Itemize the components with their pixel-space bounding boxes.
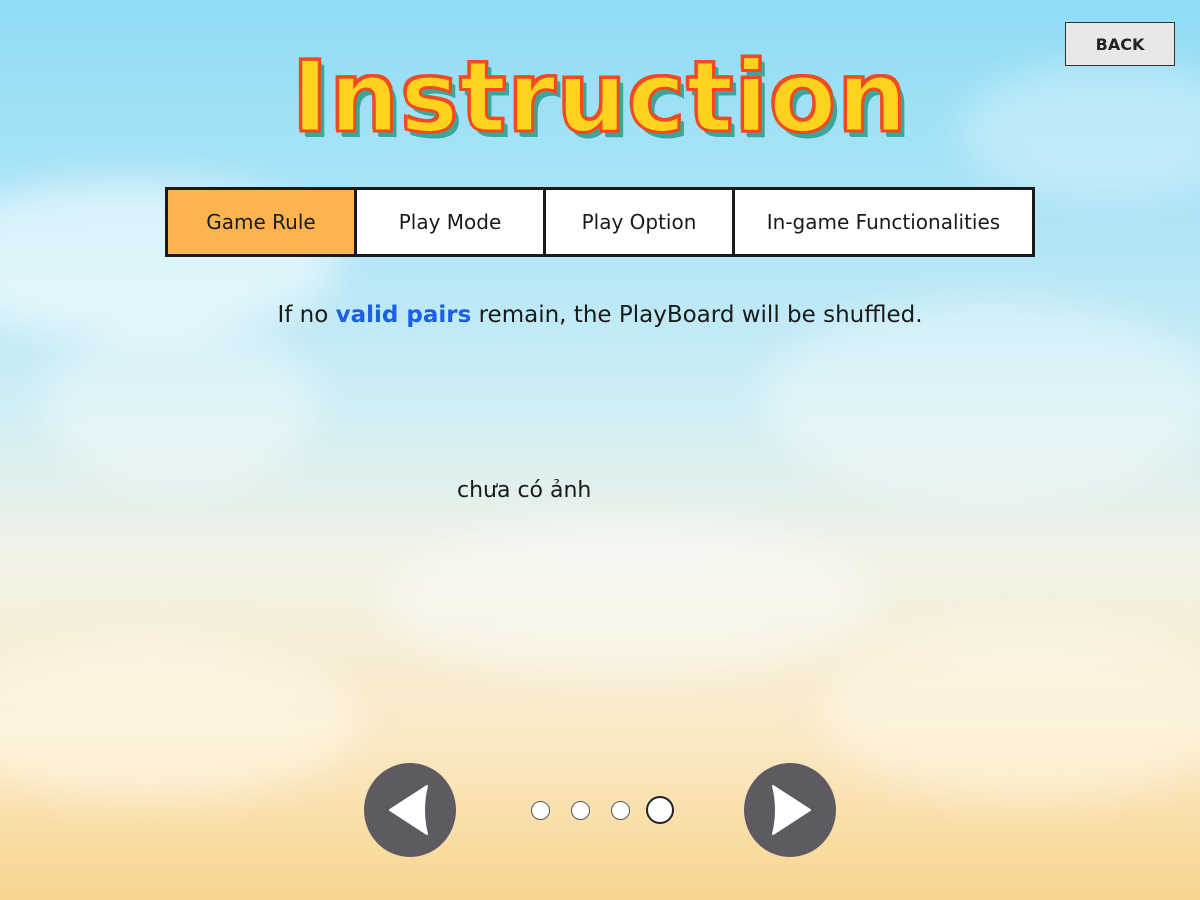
page-title: Instruction	[290, 41, 909, 155]
title-container: Instruction	[0, 28, 1200, 168]
page-dot-3[interactable]	[611, 801, 630, 820]
page-dot-4-current[interactable]	[646, 796, 674, 824]
next-page-button[interactable]	[744, 763, 836, 857]
tab-game-rule[interactable]: Game Rule	[168, 190, 357, 254]
cloud-decoration	[0, 640, 360, 800]
instruction-screen: BACK Instruction Game Rule Play Mode Pla…	[0, 0, 1200, 900]
triangle-left-icon	[389, 785, 428, 835]
cloud-decoration	[820, 620, 1200, 800]
page-dot-2[interactable]	[571, 801, 590, 820]
cloud-decoration	[760, 300, 1200, 500]
rule-text-start: If no	[277, 302, 336, 328]
instruction-tabs: Game Rule Play Mode Play Option In-game …	[165, 187, 1035, 257]
triangle-right-icon	[772, 785, 811, 835]
page-dot-1[interactable]	[531, 801, 550, 820]
rule-text-end: remain, the PlayBoard will be shuffled.	[471, 302, 923, 328]
tab-in-game-functionalities[interactable]: In-game Functionalities	[735, 190, 1032, 254]
page-indicator	[528, 796, 678, 826]
rule-text: If no valid pairs remain, the PlayBoard …	[0, 302, 1200, 328]
tab-play-mode[interactable]: Play Mode	[357, 190, 546, 254]
cloud-decoration	[380, 520, 880, 680]
tab-play-option[interactable]: Play Option	[546, 190, 735, 254]
image-placeholder: chưa có ảnh	[457, 478, 592, 503]
rule-highlight: valid pairs	[335, 302, 472, 328]
cloud-decoration	[40, 320, 320, 490]
previous-page-button[interactable]	[364, 763, 456, 857]
